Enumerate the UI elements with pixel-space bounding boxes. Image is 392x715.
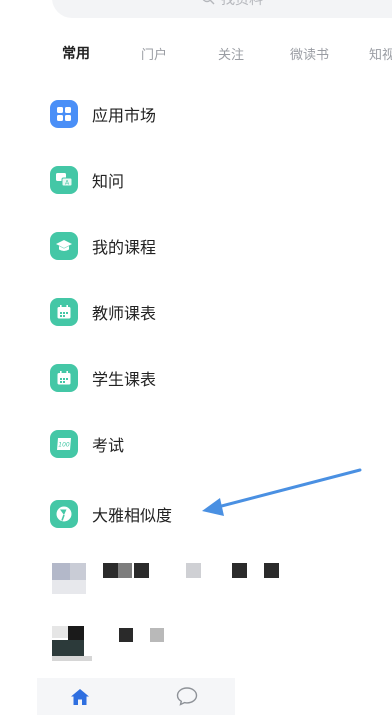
search-placeholder: 找资料: [221, 0, 263, 8]
daya-logo-icon: [50, 500, 78, 528]
svg-text:100: 100: [58, 442, 70, 449]
item-label: 我的课程: [92, 238, 157, 257]
list-item-student-schedule[interactable]: 学生课表: [50, 358, 156, 398]
app-screen: 找资料 常用 门户 关注 微读书 知视 应用市场 A 知问 我的课程 教师课表 …: [0, 0, 392, 715]
item-label: 学生课表: [92, 370, 157, 389]
home-icon[interactable]: [70, 688, 90, 706]
list-item-app-market[interactable]: 应用市场: [50, 94, 156, 134]
tab-common[interactable]: 常用: [62, 43, 90, 63]
tab-bar: 常用 门户 关注 微读书 知视: [0, 36, 392, 72]
grid-icon: [50, 100, 78, 128]
search-icon: [202, 0, 215, 5]
item-label: 考试: [92, 436, 125, 455]
exam-paper-icon: 100: [50, 430, 78, 458]
tab-knowledge-video[interactable]: 知视: [369, 44, 392, 63]
tab-portal[interactable]: 门户: [141, 44, 167, 63]
list-item-zhiwen[interactable]: A 知问: [50, 160, 124, 200]
list-item-my-courses[interactable]: 我的课程: [50, 226, 156, 266]
annotation-arrow-icon: [202, 468, 362, 516]
item-label: 大雅相似度: [92, 506, 173, 525]
bottom-nav: [37, 678, 235, 715]
item-label: 应用市场: [92, 106, 157, 125]
item-label: 教师课表: [92, 304, 157, 323]
list-item-daya-similarity[interactable]: 大雅相似度: [50, 494, 172, 534]
tab-follow[interactable]: 关注: [218, 44, 244, 63]
search-bar[interactable]: 找资料: [52, 0, 392, 18]
tab-micro-reading[interactable]: 微读书: [290, 44, 329, 63]
graduation-cap-icon: [50, 232, 78, 260]
chat-bubble-icon[interactable]: [175, 686, 199, 706]
calendar-icon: [50, 298, 78, 326]
item-label: 知问: [92, 172, 125, 191]
qa-icon: A: [50, 166, 78, 194]
list-item-exam[interactable]: 100 考试: [50, 424, 124, 464]
list-item-teacher-schedule[interactable]: 教师课表: [50, 292, 156, 332]
calendar-icon: [50, 364, 78, 392]
